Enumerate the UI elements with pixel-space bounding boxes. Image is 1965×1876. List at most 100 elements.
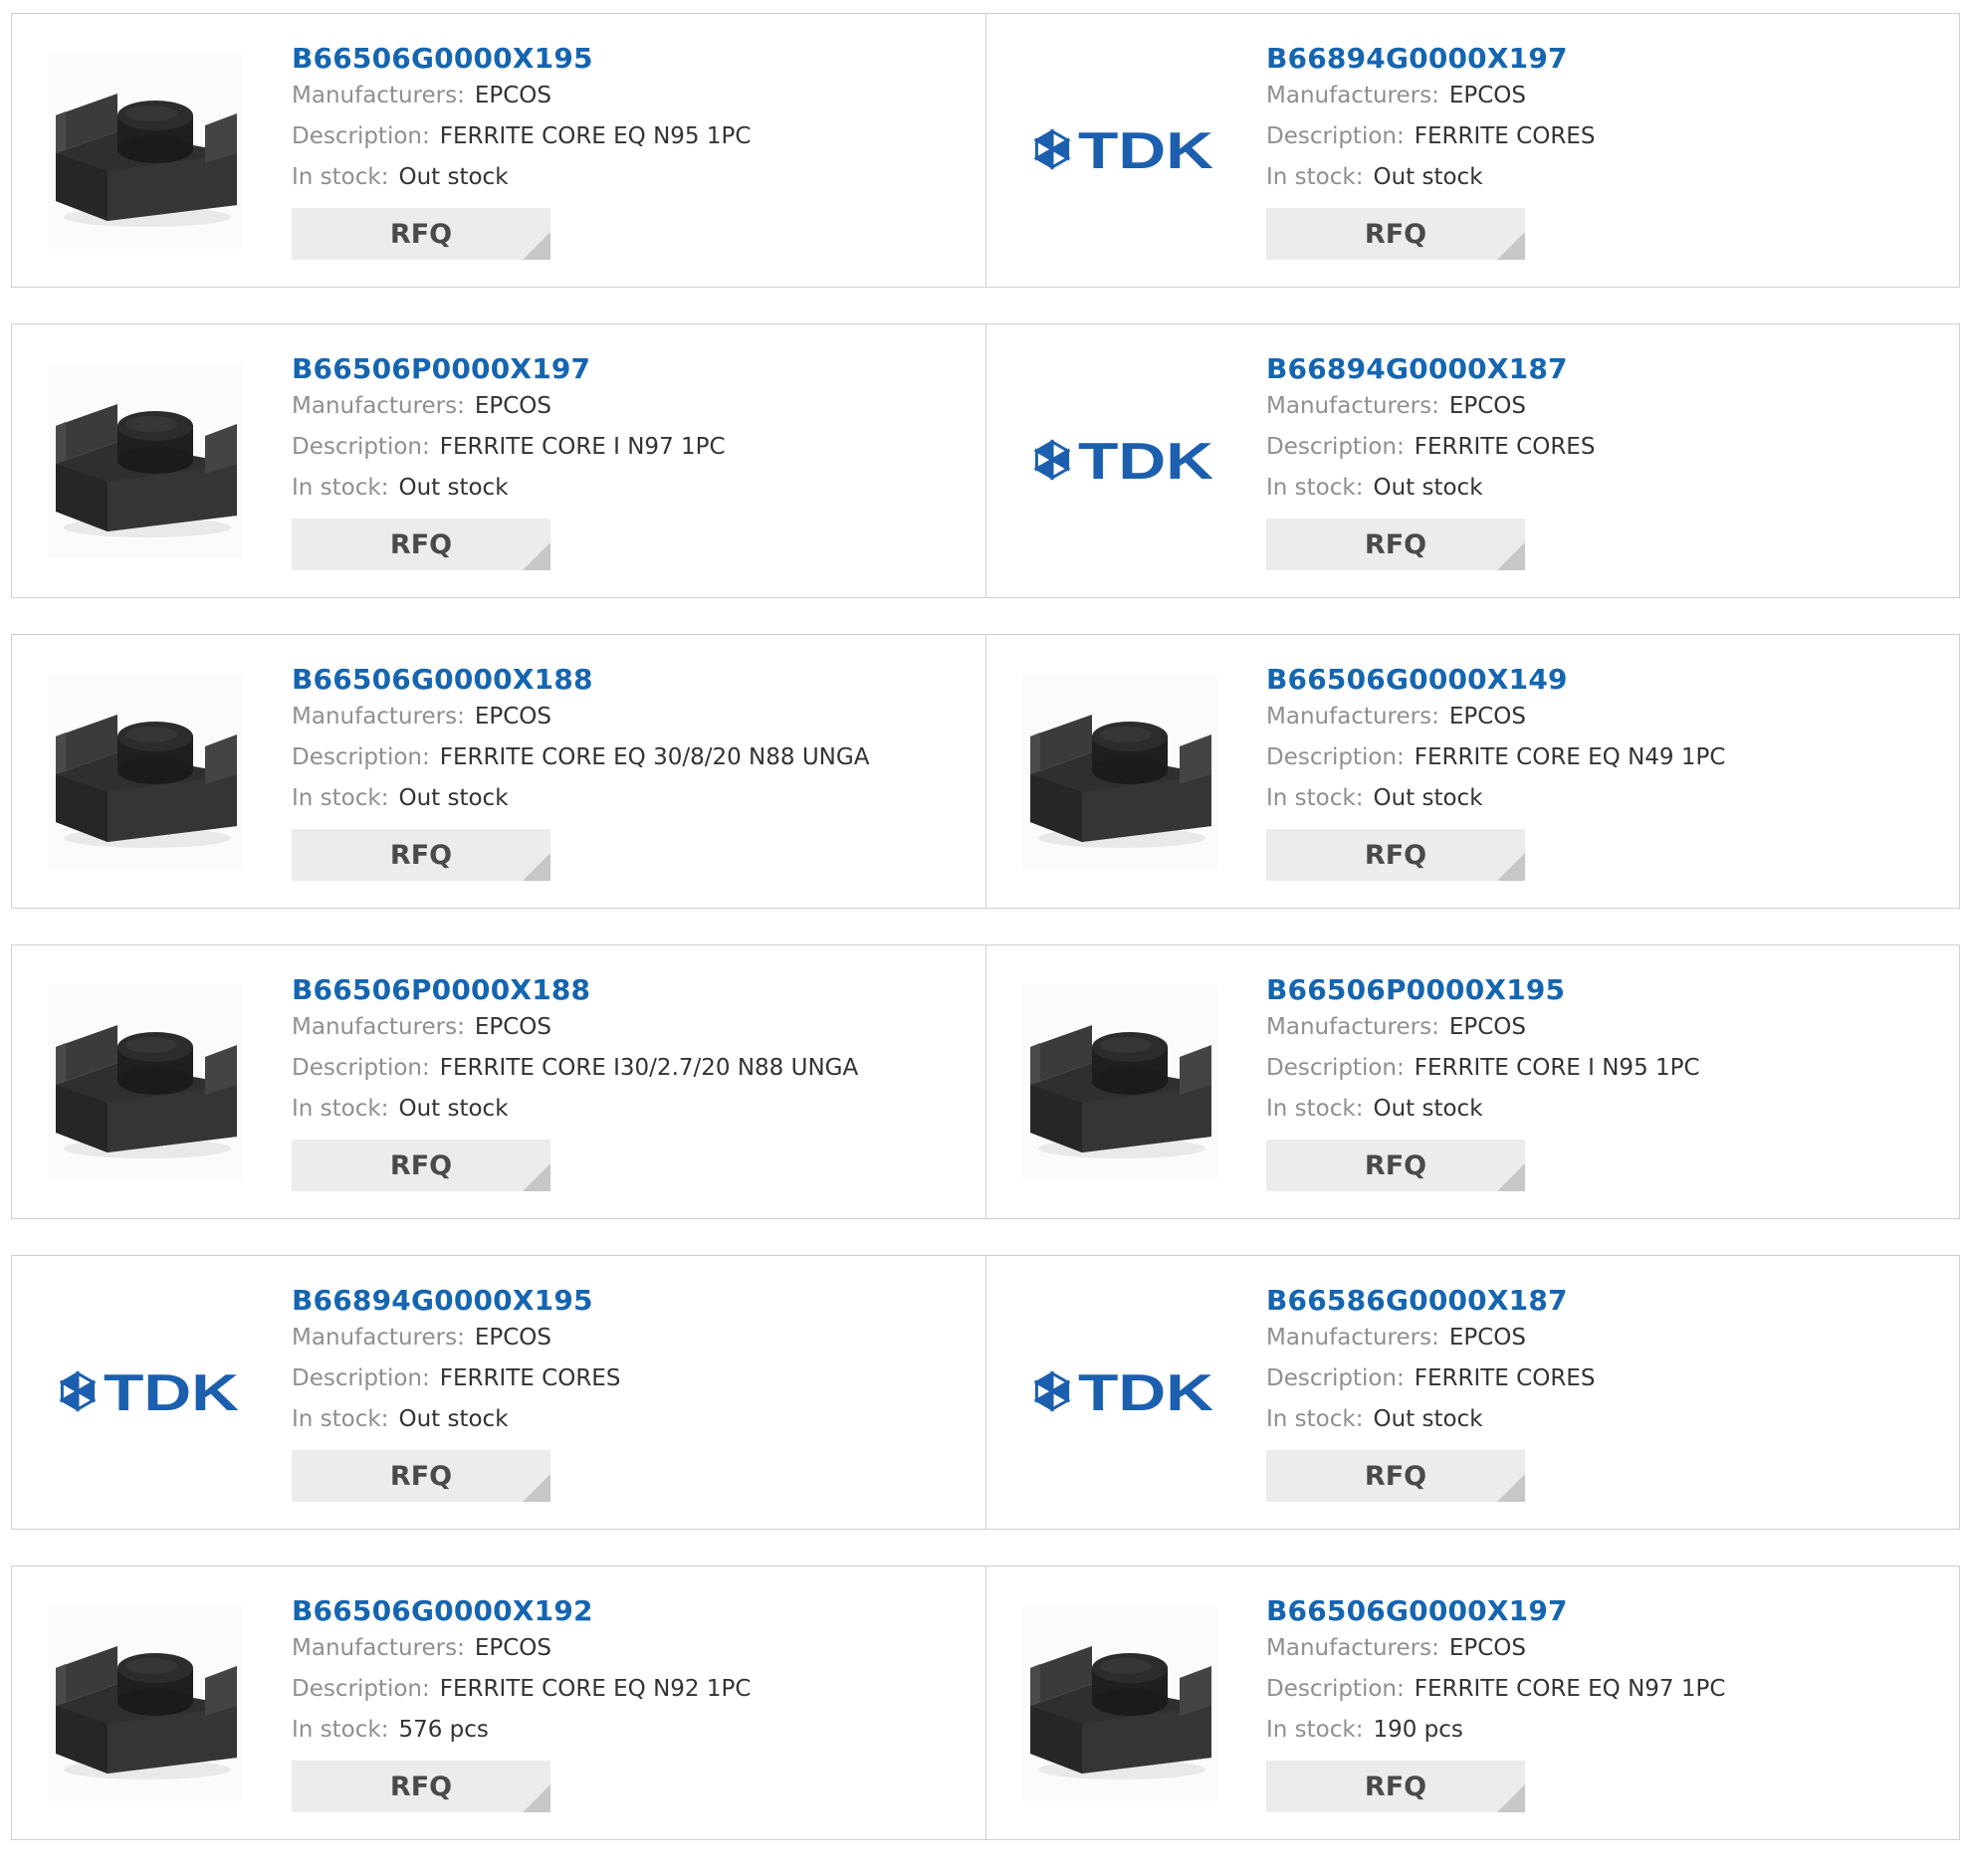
stock-value: Out stock [398, 1096, 509, 1122]
rfq-corner-decoration [523, 1474, 550, 1502]
manufacturer-label: Manufacturers: [1266, 1325, 1439, 1351]
product-card: TDK B66586G0000X187 Manufacturers: EPCOS … [985, 1256, 1958, 1529]
rfq-button[interactable]: RFQ [292, 829, 550, 881]
product-image[interactable] [48, 985, 243, 1180]
manufacturer-value: EPCOS [474, 1325, 551, 1351]
ferrite-core-icon [48, 985, 243, 1180]
rfq-button[interactable]: RFQ [1266, 208, 1525, 260]
product-image[interactable] [48, 675, 243, 870]
product-image[interactable] [48, 1606, 243, 1801]
ferrite-core-icon [48, 364, 243, 559]
product-card: B66506G0000X195 Manufacturers: EPCOS Desc… [12, 14, 985, 287]
stock-value: Out stock [398, 785, 509, 811]
product-card: B66506G0000X188 Manufacturers: EPCOS Desc… [12, 635, 985, 908]
part-number-link[interactable]: B66506G0000X197 [1266, 1594, 1725, 1628]
stock-label: In stock: [292, 164, 389, 190]
description-value: FERRITE CORE EQ 30/8/20 N88 UNGA [439, 744, 870, 770]
product-image[interactable]: TDK [1022, 364, 1217, 559]
stock-value: Out stock [398, 1406, 509, 1432]
part-number-link[interactable]: B66506G0000X192 [292, 1594, 751, 1628]
description-label: Description: [1266, 1055, 1405, 1081]
description-line: Description: FERRITE CORES [1266, 1362, 1595, 1399]
description-value: FERRITE CORE EQ N97 1PC [1414, 1676, 1726, 1702]
stock-label: In stock: [292, 1717, 389, 1743]
product-image[interactable]: TDK [1022, 54, 1217, 249]
description-value: FERRITE CORES [1414, 434, 1596, 460]
product-card: B66506P0000X195 Manufacturers: EPCOS Desc… [985, 945, 1958, 1218]
product-info: B66894G0000X195 Manufacturers: EPCOS Desc… [292, 1284, 620, 1502]
manufacturer-label: Manufacturers: [292, 704, 465, 730]
product-image[interactable] [1022, 1606, 1217, 1801]
part-number-link[interactable]: B66506P0000X188 [292, 973, 858, 1007]
description-line: Description: FERRITE CORE EQ N49 1PC [1266, 741, 1725, 778]
stock-value: Out stock [1373, 1406, 1483, 1432]
part-number-link[interactable]: B66506P0000X195 [1266, 973, 1700, 1007]
rfq-button[interactable]: RFQ [292, 208, 550, 260]
part-number-link[interactable]: B66894G0000X187 [1266, 352, 1595, 386]
ferrite-core-icon [1022, 985, 1217, 1180]
rfq-label: RFQ [389, 528, 453, 560]
rfq-button[interactable]: RFQ [1266, 519, 1525, 570]
rfq-button[interactable]: RFQ [292, 1761, 550, 1812]
product-image[interactable]: TDK [1022, 1296, 1217, 1491]
product-info: B66506P0000X195 Manufacturers: EPCOS Desc… [1266, 973, 1700, 1191]
stock-line: In stock: Out stock [1266, 1093, 1700, 1130]
description-label: Description: [1266, 434, 1405, 460]
description-line: Description: FERRITE CORES [292, 1362, 620, 1399]
product-image[interactable] [48, 364, 243, 559]
stock-value: 190 pcs [1373, 1717, 1463, 1743]
product-info: B66894G0000X187 Manufacturers: EPCOS Desc… [1266, 352, 1595, 570]
stock-value: Out stock [1373, 1096, 1483, 1122]
description-value: FERRITE CORE I N97 1PC [439, 434, 726, 460]
manufacturer-line: Manufacturers: EPCOS [1266, 1322, 1595, 1358]
product-image[interactable]: TDK [48, 1296, 243, 1491]
part-number-link[interactable]: B66894G0000X197 [1266, 42, 1595, 76]
tdk-logo-icon: TDK [1033, 122, 1214, 180]
part-number-link[interactable]: B66506G0000X195 [292, 42, 751, 76]
part-number-link[interactable]: B66506G0000X188 [292, 663, 869, 697]
manufacturer-line: Manufacturers: EPCOS [292, 1632, 751, 1669]
rfq-corner-decoration [523, 1784, 550, 1812]
product-image[interactable] [1022, 675, 1217, 870]
description-value: FERRITE CORE EQ N95 1PC [439, 123, 752, 149]
part-number-link[interactable]: B66506G0000X149 [1266, 663, 1725, 697]
stock-line: In stock: Out stock [292, 1403, 620, 1440]
product-info: B66894G0000X197 Manufacturers: EPCOS Desc… [1266, 42, 1595, 260]
rfq-button[interactable]: RFQ [1266, 829, 1525, 881]
rfq-button[interactable]: RFQ [1266, 1450, 1525, 1502]
rfq-button[interactable]: RFQ [292, 519, 550, 570]
manufacturer-value: EPCOS [1448, 1014, 1526, 1040]
stock-label: In stock: [292, 785, 389, 811]
rfq-label: RFQ [1364, 1771, 1427, 1802]
product-card: TDK B66894G0000X197 Manufacturers: EPCOS … [985, 14, 1958, 287]
tdk-logo-icon: TDK [59, 1364, 240, 1422]
product-image[interactable] [1022, 985, 1217, 1180]
rfq-corner-decoration [1497, 1784, 1525, 1812]
rfq-label: RFQ [389, 218, 453, 250]
manufacturer-line: Manufacturers: EPCOS [292, 1322, 620, 1358]
description-value: FERRITE CORES [1414, 1365, 1596, 1391]
product-image[interactable] [48, 54, 243, 249]
stock-label: In stock: [1266, 1717, 1364, 1743]
stock-label: In stock: [292, 1096, 389, 1122]
description-line: Description: FERRITE CORE I30/2.7/20 N88 … [292, 1052, 858, 1089]
rfq-button[interactable]: RFQ [1266, 1140, 1525, 1191]
rfq-button[interactable]: RFQ [292, 1450, 550, 1502]
part-number-link[interactable]: B66506P0000X197 [292, 352, 726, 386]
rfq-button[interactable]: RFQ [1266, 1761, 1525, 1812]
stock-label: In stock: [1266, 164, 1364, 190]
stock-line: In stock: Out stock [292, 782, 869, 819]
rfq-button[interactable]: RFQ [292, 1140, 550, 1191]
stock-label: In stock: [1266, 1096, 1364, 1122]
description-label: Description: [1266, 1676, 1405, 1702]
manufacturer-label: Manufacturers: [1266, 1635, 1439, 1661]
manufacturer-label: Manufacturers: [1266, 83, 1439, 108]
description-label: Description: [292, 434, 430, 460]
part-number-link[interactable]: B66894G0000X195 [292, 1284, 620, 1318]
product-card: B66506G0000X149 Manufacturers: EPCOS Desc… [985, 635, 1958, 908]
manufacturer-label: Manufacturers: [1266, 393, 1439, 419]
rfq-corner-decoration [523, 232, 550, 260]
part-number-link[interactable]: B66586G0000X187 [1266, 1284, 1595, 1318]
manufacturer-line: Manufacturers: EPCOS [1266, 701, 1725, 737]
product-card: TDK B66894G0000X187 Manufacturers: EPCOS … [985, 324, 1958, 597]
